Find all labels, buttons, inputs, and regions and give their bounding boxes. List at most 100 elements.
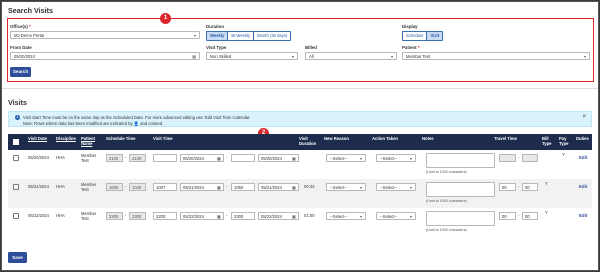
- col-visit-time: Visit Time: [153, 136, 173, 141]
- row-checkbox[interactable]: [13, 184, 19, 190]
- action-taken-select[interactable]: --Select-- ▾: [376, 154, 416, 162]
- patient-name: Member Test: [81, 182, 97, 193]
- close-icon[interactable]: ×: [582, 114, 586, 120]
- calendar-icon: ▦: [192, 54, 196, 59]
- table-row: 05/21/2024 HHA Member Test 1000 - 1045 1…: [8, 179, 592, 208]
- travel-hours[interactable]: 00: [499, 212, 516, 220]
- display-visit[interactable]: Visit: [427, 32, 443, 40]
- chevron-down-icon: ▾: [359, 156, 362, 161]
- visit-end-input[interactable]: 1050: [231, 183, 255, 191]
- new-reason-select[interactable]: --Select-- ▾: [326, 183, 366, 191]
- section-divider: [2, 88, 598, 89]
- visit-start-input[interactable]: 1007: [153, 183, 177, 191]
- visit-end-date[interactable]: 05/20/2024 ▦: [258, 154, 299, 162]
- notes-limit: (Limit to 1000 characters): [426, 170, 467, 174]
- duration-weekly[interactable]: Weekly: [207, 32, 229, 40]
- table-row: 05/20/2024 HHA Member Test 2100 - 2130 0…: [8, 150, 592, 179]
- bill-type: Y: [545, 210, 548, 215]
- billed-select[interactable]: All ▾: [305, 52, 397, 60]
- chevron-down-icon: ▾: [409, 214, 412, 219]
- col-notes: Notes: [422, 136, 434, 141]
- col-duties: Duties: [576, 136, 589, 141]
- col-action-taken: Action Taken: [372, 136, 398, 141]
- duration-biweekly[interactable]: Bi-Weekly: [228, 32, 255, 40]
- schedule-start: 2200: [106, 212, 123, 220]
- visit-start-date[interactable]: 05/22/2024 ▦: [180, 212, 224, 220]
- from-date-input[interactable]: 05/20/2024 ▦: [10, 52, 200, 60]
- visit-duration: 01:00: [304, 213, 315, 218]
- col-discipline[interactable]: Discipline: [56, 136, 76, 141]
- notes-textarea[interactable]: [426, 182, 495, 197]
- notes-textarea[interactable]: [426, 211, 495, 226]
- visit-start-input[interactable]: 2200: [153, 212, 177, 220]
- schedule-start: 2100: [106, 154, 123, 162]
- schedule-start: 1000: [106, 183, 123, 191]
- calendar-icon: ▦: [217, 214, 221, 219]
- search-button[interactable]: Search: [10, 67, 31, 77]
- chevron-down-icon: ▾: [409, 156, 412, 161]
- notes-limit: (Limit to 1000 characters): [426, 199, 467, 203]
- calendar-icon: ▦: [217, 185, 221, 190]
- col-travel-time: Travel Time: [494, 136, 517, 141]
- save-button[interactable]: Save: [8, 252, 27, 263]
- patient-label: Patient *: [402, 45, 420, 50]
- select-all-checkbox[interactable]: [13, 139, 19, 145]
- travel-minutes[interactable]: 00: [522, 212, 538, 220]
- edit-link[interactable]: Edit: [579, 213, 587, 218]
- travel-hours[interactable]: 00: [499, 183, 516, 191]
- action-taken-select[interactable]: --Select-- ▾: [376, 183, 416, 191]
- visit-date: 05/21/2024: [28, 184, 49, 189]
- col-pay-type: Pay Type: [559, 136, 569, 147]
- row-checkbox[interactable]: [13, 155, 19, 161]
- visit-duration: 00:43: [304, 184, 315, 189]
- visit-start-date[interactable]: 05/20/2024 ▦: [180, 154, 224, 162]
- visit-end-input[interactable]: [231, 154, 255, 162]
- patient-name: Member Test: [81, 211, 97, 222]
- action-taken-select[interactable]: --Select-- ▾: [376, 212, 416, 220]
- visit-type-select[interactable]: Non Skilled ▾: [206, 52, 298, 60]
- visit-end-date[interactable]: 05/22/2024 ▦: [258, 212, 299, 220]
- schedule-end: 1045: [129, 183, 146, 191]
- table-row: 05/22/2024 HHA Member Test 2200 - 2300 2…: [8, 208, 592, 237]
- visits-table-header: Visit Date Discipline Patient Name Sched…: [8, 134, 592, 150]
- travel-minutes[interactable]: 00: [522, 183, 538, 191]
- chevron-down-icon: ▾: [291, 54, 294, 59]
- duration-month[interactable]: Month (30 days): [254, 32, 291, 40]
- new-reason-select[interactable]: --Select-- ▾: [326, 154, 366, 162]
- display-schedule[interactable]: Schedule: [403, 32, 428, 40]
- chevron-down-icon: ▾: [583, 54, 586, 59]
- patient-select[interactable]: Membar Test ▾: [402, 52, 590, 60]
- offices-label: Office(s) *: [10, 24, 31, 29]
- chevron-down-icon: ▾: [390, 54, 393, 59]
- visit-end-input[interactable]: 2300: [231, 212, 255, 220]
- calendar-icon: ▦: [292, 156, 296, 161]
- bill-type: Y: [545, 181, 548, 186]
- duration-toggle: Weekly Bi-Weekly Month (30 days): [206, 31, 292, 41]
- info-line-2: Note: Rows where data has been modified …: [23, 121, 164, 126]
- calendar-icon: ▦: [292, 185, 296, 190]
- discipline: HHA: [56, 213, 65, 218]
- new-reason-select[interactable]: --Select-- ▾: [326, 212, 366, 220]
- discipline: HHA: [56, 155, 65, 160]
- edit-link[interactable]: Edit: [579, 155, 587, 160]
- chevron-down-icon: ▾: [359, 214, 362, 219]
- col-schedule-time: Schedule Time: [106, 136, 136, 141]
- visit-start-date[interactable]: 05/21/2024 ▦: [180, 183, 224, 191]
- info-icon: i: [15, 115, 20, 120]
- visit-date: 05/20/2024: [28, 155, 49, 160]
- chevron-down-icon: ▾: [359, 185, 362, 190]
- col-new-reason: New Reason: [324, 136, 349, 141]
- row-checkbox[interactable]: [13, 213, 19, 219]
- col-patient-name[interactable]: Patient Name: [81, 136, 103, 146]
- visit-end-date[interactable]: 05/21/2024 ▦: [258, 183, 299, 191]
- notes-textarea[interactable]: [426, 153, 495, 168]
- col-visit-date[interactable]: Visit Date: [28, 136, 47, 141]
- offices-select[interactable]: MJ Demo Portal ▾: [10, 31, 200, 39]
- visit-type-label: Visit Type: [206, 45, 227, 50]
- page-frame: Search Visits 1 Office(s) * MJ Demo Port…: [1, 1, 599, 271]
- edit-link[interactable]: Edit: [579, 184, 587, 189]
- visit-start-input[interactable]: [153, 154, 177, 162]
- visits-title: Visits: [8, 98, 28, 107]
- schedule-end: 2300: [129, 212, 146, 220]
- calendar-icon: ▦: [217, 156, 221, 161]
